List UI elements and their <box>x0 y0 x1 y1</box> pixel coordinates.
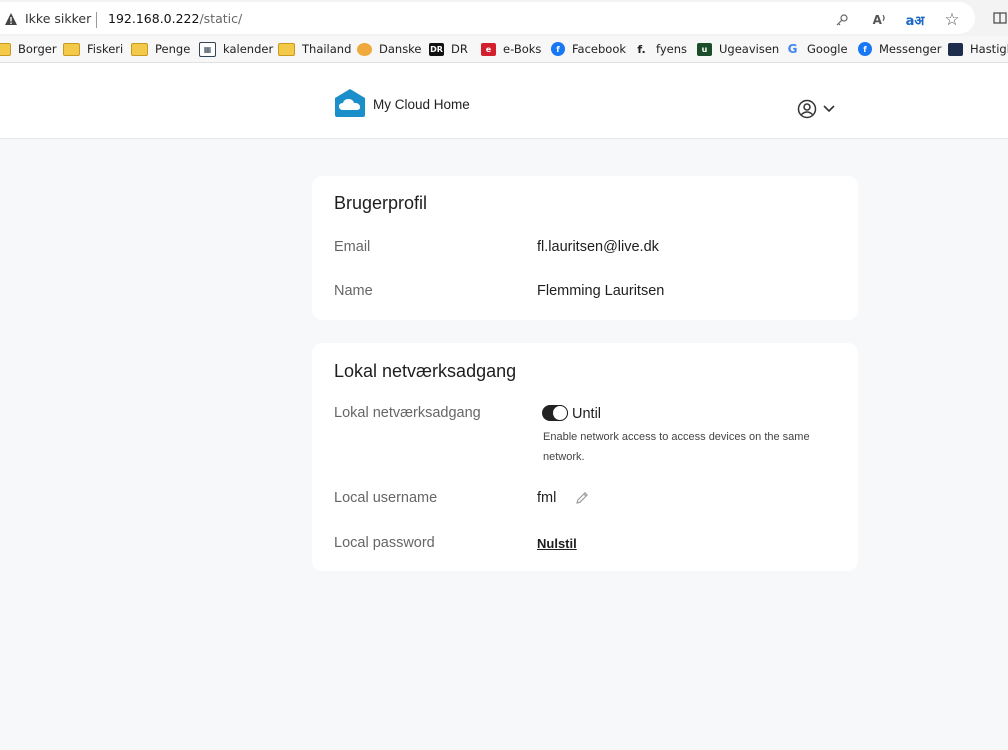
bookmark-thailand[interactable]: Thailand <box>278 40 351 58</box>
app-logo-text[interactable]: My Cloud Home <box>373 97 470 112</box>
bookmark-google[interactable]: G Google <box>785 40 848 58</box>
edit-pencil-icon[interactable] <box>575 491 589 505</box>
bookmarks-bar: Borger Fiskeri Penge ▦ kalender Thailand … <box>0 36 1008 63</box>
bookmark-label: Borger <box>18 42 57 56</box>
bookmark-label: Fiskeri <box>87 42 124 56</box>
name-value: Flemming Lauritsen <box>537 283 665 299</box>
bookmark-label: Hastigh <box>970 42 1008 56</box>
key-icon[interactable] <box>833 11 851 29</box>
bookmark-label: Penge <box>155 42 191 56</box>
network-access-label: Lokal netværksadgang <box>334 405 481 421</box>
toggle-knob <box>552 405 568 421</box>
folder-icon <box>278 42 295 56</box>
dr-icon: DR <box>429 42 444 56</box>
bookmark-label: Ugeavisen <box>719 42 780 56</box>
local-network-card: Lokal netværksadgang Lokal netværksadgan… <box>312 343 858 571</box>
bookmark-borger[interactable]: Borger <box>0 40 57 58</box>
bookmark-fiskeri[interactable]: Fiskeri <box>63 40 123 58</box>
bookmark-dr[interactable]: DR DR <box>429 40 468 58</box>
local-username-label: Local username <box>334 490 438 506</box>
local-password-label: Local password <box>334 535 435 551</box>
bookmark-label: fyens <box>656 42 688 56</box>
address-field[interactable]: Ikke sikker 192.168.0.222/static/ A⁾ aअ … <box>0 2 975 34</box>
name-label: Name <box>334 283 373 299</box>
bookmark-label: Google <box>807 42 848 56</box>
bookmark-ugeavisen[interactable]: u Ugeavisen <box>697 40 779 58</box>
bookmark-penge[interactable]: Penge <box>131 40 190 58</box>
messenger-icon: f <box>858 42 872 56</box>
bookmark-label: e-Boks <box>503 42 542 56</box>
bookmark-eboks[interactable]: e e-Boks <box>481 40 541 58</box>
bookmark-fyens[interactable]: f. fyens <box>634 40 687 58</box>
reset-password-link[interactable]: Nulstil <box>537 536 577 551</box>
speed-icon <box>948 42 963 56</box>
security-label[interactable]: Ikke sikker <box>25 11 91 26</box>
folder-icon <box>131 42 148 56</box>
favorite-star-icon[interactable]: ☆ <box>943 10 961 30</box>
bookmark-danske[interactable]: Danske <box>357 40 422 58</box>
url-path: /static/ <box>199 11 243 26</box>
ugeavisen-icon: u <box>697 42 712 56</box>
app-header: My Cloud Home <box>0 63 1008 139</box>
bookmark-messenger[interactable]: f Messenger <box>858 40 941 58</box>
email-value: fl.lauritsen@live.dk <box>537 239 659 255</box>
toggle-label: Until <box>572 406 602 422</box>
translate-icon[interactable]: aअ <box>906 11 925 29</box>
bookmark-facebook[interactable]: f Facebook <box>551 40 626 58</box>
eboks-icon: e <box>481 42 496 56</box>
bookmark-kalender[interactable]: ▦ kalender <box>199 40 273 58</box>
google-icon: G <box>787 42 798 56</box>
email-label: Email <box>334 239 371 255</box>
url-host: 192.168.0.222 <box>108 11 200 26</box>
bookmark-label: DR <box>451 42 468 56</box>
chevron-down-icon <box>823 105 835 113</box>
read-aloud-icon[interactable]: A⁾ <box>870 11 888 29</box>
bookmark-label: Facebook <box>572 42 627 56</box>
split-screen-icon[interactable] <box>991 9 1008 27</box>
cloud-home-logo-icon[interactable] <box>334 88 366 118</box>
network-access-toggle[interactable] <box>542 405 568 421</box>
bookmark-label: Danske <box>379 42 422 56</box>
browser-address-bar: Ikke sikker 192.168.0.222/static/ A⁾ aअ … <box>0 0 1008 36</box>
network-help-text: Enable network access to access devices … <box>543 431 810 463</box>
facebook-icon: f <box>551 42 565 56</box>
calendar-icon: ▦ <box>199 41 216 57</box>
network-title: Lokal netværksadgang <box>334 361 517 381</box>
folder-icon <box>0 42 11 56</box>
warning-icon[interactable] <box>4 12 18 26</box>
account-menu[interactable] <box>797 98 839 120</box>
bookmark-label: Messenger <box>879 42 942 56</box>
danske-icon <box>357 42 372 56</box>
bookmark-label: kalender <box>223 42 274 56</box>
profile-title: Brugerprofil <box>334 193 428 213</box>
bookmark-hastighed[interactable]: Hastigh <box>948 40 1008 58</box>
bookmark-label: Thailand <box>302 42 352 56</box>
user-profile-card: Brugerprofil Email fl.lauritsen@live.dk … <box>312 176 858 320</box>
folder-icon <box>63 42 80 56</box>
url-text[interactable]: 192.168.0.222/static/ <box>108 11 242 26</box>
account-icon <box>797 99 817 119</box>
local-username-value: fml <box>537 490 557 506</box>
address-separator <box>96 12 97 28</box>
fyens-icon: f. <box>637 42 646 56</box>
